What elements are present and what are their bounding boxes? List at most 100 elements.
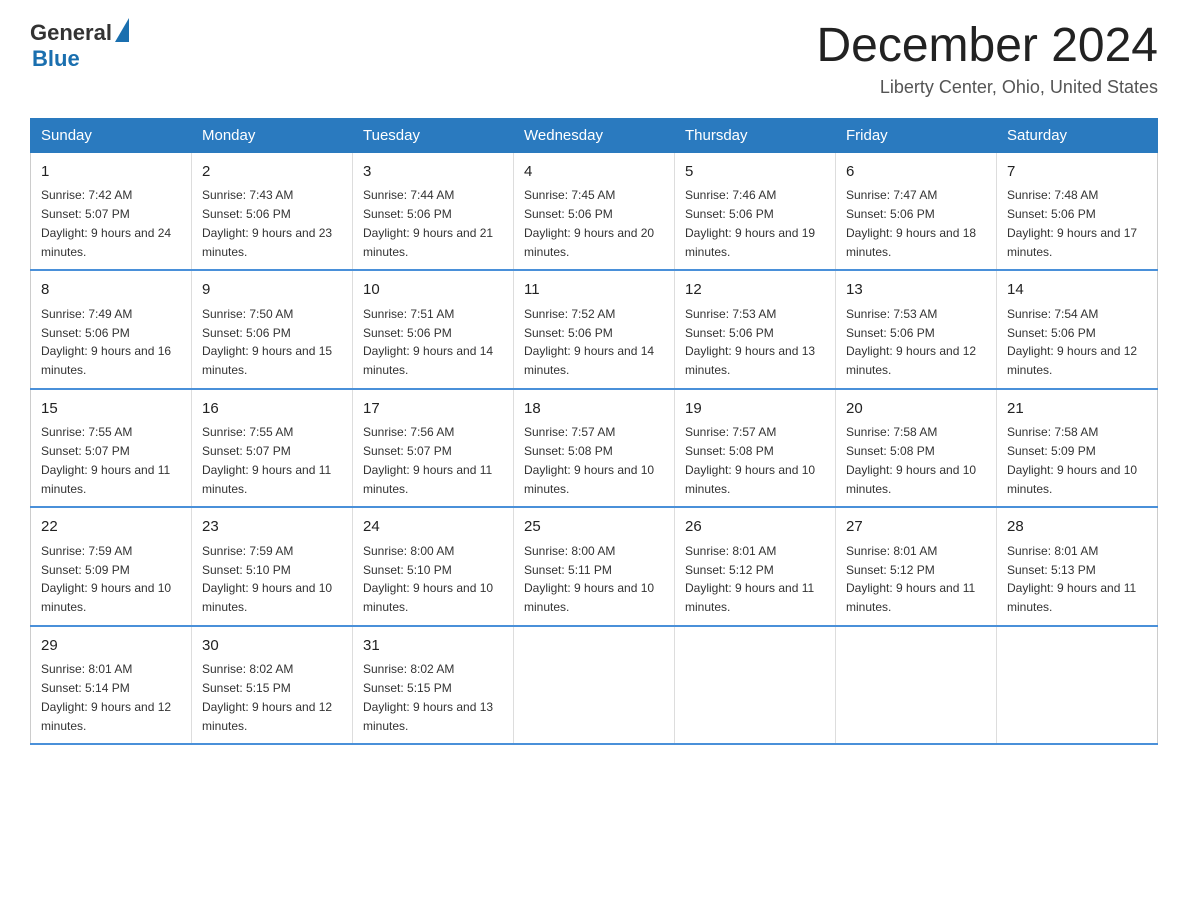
day-number: 3 [363,161,503,184]
day-number: 9 [202,279,342,302]
day-number: 5 [685,161,825,184]
day-info: Sunrise: 8:00 AMSunset: 5:10 PMDaylight:… [363,544,493,614]
day-number: 10 [363,279,503,302]
calendar-cell: 27 Sunrise: 8:01 AMSunset: 5:12 PMDayligh… [836,507,997,626]
weekday-header-tuesday: Tuesday [353,118,514,152]
calendar-body: 1 Sunrise: 7:42 AMSunset: 5:07 PMDaylight… [31,152,1158,744]
day-number: 25 [524,516,664,539]
day-number: 16 [202,398,342,421]
day-info: Sunrise: 7:59 AMSunset: 5:09 PMDaylight:… [41,544,171,614]
calendar-cell: 29 Sunrise: 8:01 AMSunset: 5:14 PMDayligh… [31,626,192,745]
calendar-cell: 15 Sunrise: 7:55 AMSunset: 5:07 PMDayligh… [31,389,192,508]
day-number: 6 [846,161,986,184]
day-info: Sunrise: 7:46 AMSunset: 5:06 PMDaylight:… [685,188,815,258]
calendar-cell: 2 Sunrise: 7:43 AMSunset: 5:06 PMDaylight… [192,152,353,270]
weekday-header-row: SundayMondayTuesdayWednesdayThursdayFrid… [31,118,1158,152]
day-number: 21 [1007,398,1147,421]
calendar-week-row: 1 Sunrise: 7:42 AMSunset: 5:07 PMDaylight… [31,152,1158,270]
day-info: Sunrise: 7:48 AMSunset: 5:06 PMDaylight:… [1007,188,1137,258]
day-number: 4 [524,161,664,184]
day-number: 15 [41,398,181,421]
weekday-header-thursday: Thursday [675,118,836,152]
calendar-cell: 16 Sunrise: 7:55 AMSunset: 5:07 PMDayligh… [192,389,353,508]
day-info: Sunrise: 8:02 AMSunset: 5:15 PMDaylight:… [202,662,332,732]
calendar-cell: 6 Sunrise: 7:47 AMSunset: 5:06 PMDaylight… [836,152,997,270]
day-info: Sunrise: 7:58 AMSunset: 5:09 PMDaylight:… [1007,425,1137,495]
calendar-cell: 1 Sunrise: 7:42 AMSunset: 5:07 PMDaylight… [31,152,192,270]
weekday-header-saturday: Saturday [997,118,1158,152]
day-info: Sunrise: 7:53 AMSunset: 5:06 PMDaylight:… [846,307,976,377]
calendar-cell: 5 Sunrise: 7:46 AMSunset: 5:06 PMDaylight… [675,152,836,270]
day-info: Sunrise: 7:51 AMSunset: 5:06 PMDaylight:… [363,307,493,377]
calendar-cell: 23 Sunrise: 7:59 AMSunset: 5:10 PMDayligh… [192,507,353,626]
weekday-header-wednesday: Wednesday [514,118,675,152]
day-number: 1 [41,161,181,184]
day-number: 12 [685,279,825,302]
day-number: 18 [524,398,664,421]
day-info: Sunrise: 7:47 AMSunset: 5:06 PMDaylight:… [846,188,976,258]
page-header: General Blue December 2024 Liberty Cente… [30,20,1158,98]
day-info: Sunrise: 7:55 AMSunset: 5:07 PMDaylight:… [202,425,331,495]
calendar-cell: 9 Sunrise: 7:50 AMSunset: 5:06 PMDaylight… [192,270,353,389]
calendar-cell: 30 Sunrise: 8:02 AMSunset: 5:15 PMDayligh… [192,626,353,745]
day-info: Sunrise: 7:55 AMSunset: 5:07 PMDaylight:… [41,425,170,495]
day-info: Sunrise: 7:49 AMSunset: 5:06 PMDaylight:… [41,307,171,377]
calendar-table: SundayMondayTuesdayWednesdayThursdayFrid… [30,118,1158,746]
calendar-cell: 10 Sunrise: 7:51 AMSunset: 5:06 PMDayligh… [353,270,514,389]
calendar-cell [514,626,675,745]
calendar-cell: 13Sunrise: 7:53 AMSunset: 5:06 PMDayligh… [836,270,997,389]
day-info: Sunrise: 7:43 AMSunset: 5:06 PMDaylight:… [202,188,332,258]
day-number: 7 [1007,161,1147,184]
calendar-cell [675,626,836,745]
day-info: Sunrise: 7:59 AMSunset: 5:10 PMDaylight:… [202,544,332,614]
day-number: 8 [41,279,181,302]
day-number: 31 [363,635,503,658]
day-info: Sunrise: 7:42 AMSunset: 5:07 PMDaylight:… [41,188,171,258]
day-info: Sunrise: 7:54 AMSunset: 5:06 PMDaylight:… [1007,307,1137,377]
day-info: Sunrise: 8:01 AMSunset: 5:14 PMDaylight:… [41,662,171,732]
day-info: Sunrise: 7:44 AMSunset: 5:06 PMDaylight:… [363,188,493,258]
location-title: Liberty Center, Ohio, United States [816,77,1158,98]
day-number: 22 [41,516,181,539]
calendar-cell [997,626,1158,745]
calendar-week-row: 8 Sunrise: 7:49 AMSunset: 5:06 PMDaylight… [31,270,1158,389]
day-number: 26 [685,516,825,539]
day-number: 30 [202,635,342,658]
day-info: Sunrise: 8:00 AMSunset: 5:11 PMDaylight:… [524,544,654,614]
weekday-header-sunday: Sunday [31,118,192,152]
day-info: Sunrise: 7:57 AMSunset: 5:08 PMDaylight:… [524,425,654,495]
day-info: Sunrise: 7:50 AMSunset: 5:06 PMDaylight:… [202,307,332,377]
calendar-cell: 17Sunrise: 7:56 AMSunset: 5:07 PMDayligh… [353,389,514,508]
day-number: 14 [1007,279,1147,302]
calendar-week-row: 22 Sunrise: 7:59 AMSunset: 5:09 PMDayligh… [31,507,1158,626]
calendar-week-row: 29 Sunrise: 8:01 AMSunset: 5:14 PMDayligh… [31,626,1158,745]
day-info: Sunrise: 7:52 AMSunset: 5:06 PMDaylight:… [524,307,654,377]
day-number: 29 [41,635,181,658]
calendar-cell: 8 Sunrise: 7:49 AMSunset: 5:06 PMDaylight… [31,270,192,389]
calendar-cell: 25 Sunrise: 8:00 AMSunset: 5:11 PMDayligh… [514,507,675,626]
calendar-cell: 14 Sunrise: 7:54 AMSunset: 5:06 PMDayligh… [997,270,1158,389]
day-info: Sunrise: 7:57 AMSunset: 5:08 PMDaylight:… [685,425,815,495]
calendar-cell: 24 Sunrise: 8:00 AMSunset: 5:10 PMDayligh… [353,507,514,626]
day-number: 27 [846,516,986,539]
day-info: Sunrise: 8:01 AMSunset: 5:13 PMDaylight:… [1007,544,1136,614]
day-number: 2 [202,161,342,184]
calendar-cell: 26Sunrise: 8:01 AMSunset: 5:12 PMDayligh… [675,507,836,626]
calendar-week-row: 15 Sunrise: 7:55 AMSunset: 5:07 PMDayligh… [31,389,1158,508]
weekday-header-monday: Monday [192,118,353,152]
logo-blue: Blue [30,46,129,72]
day-number: 20 [846,398,986,421]
calendar-cell: 19 Sunrise: 7:57 AMSunset: 5:08 PMDayligh… [675,389,836,508]
day-number: 24 [363,516,503,539]
calendar-cell [836,626,997,745]
calendar-cell: 3 Sunrise: 7:44 AMSunset: 5:06 PMDaylight… [353,152,514,270]
day-info: Sunrise: 8:01 AMSunset: 5:12 PMDaylight:… [846,544,975,614]
month-title: December 2024 [816,20,1158,73]
logo: General Blue [30,20,129,72]
day-number: 19 [685,398,825,421]
day-number: 23 [202,516,342,539]
day-info: Sunrise: 8:02 AMSunset: 5:15 PMDaylight:… [363,662,493,732]
calendar-cell: 11Sunrise: 7:52 AMSunset: 5:06 PMDayligh… [514,270,675,389]
day-info: Sunrise: 7:56 AMSunset: 5:07 PMDaylight:… [363,425,492,495]
logo-general: General [30,20,112,46]
